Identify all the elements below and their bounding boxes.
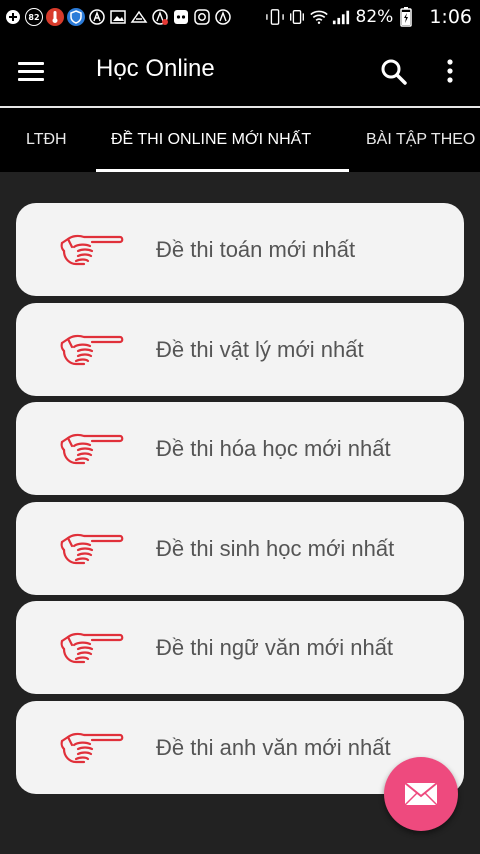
phone-rotate-icon <box>265 8 284 26</box>
pointing-hand-icon <box>60 334 124 366</box>
battery-charging-icon <box>397 7 415 27</box>
notification-count-icon: 82 <box>25 8 43 26</box>
notification-count: 82 <box>28 12 40 22</box>
status-bar-system: 82% 1:06 <box>265 0 472 34</box>
pointing-hand-icon <box>60 433 124 465</box>
tab-de-thi-online-moi-nhat[interactable]: ĐỀ THI ONLINE MỚI NHẤT <box>111 108 311 172</box>
app-title: Học Online <box>96 55 215 82</box>
thermometer-icon <box>46 8 64 26</box>
app-a-icon <box>88 8 106 26</box>
list-item-ngu-van[interactable]: Đề thi ngữ văn mới nhất <box>16 601 464 694</box>
mail-icon <box>130 8 148 26</box>
app-a2-icon <box>214 8 232 26</box>
image-icon <box>109 8 127 26</box>
list-item-sinh-hoc[interactable]: Đề thi sinh học mới nhất <box>16 502 464 595</box>
app-screen: 82 82% 1:06 Học Online LTĐH ĐỀ THI ONLIN… <box>0 0 480 854</box>
app-toolbar: Học Online <box>0 34 480 106</box>
list-item-hoa-hoc[interactable]: Đề thi hóa học mới nhất <box>16 402 464 495</box>
tab-bar: LTĐH ĐỀ THI ONLINE MỚI NHẤT BÀI TẬP THEO <box>0 108 480 172</box>
tab-ltdh[interactable]: LTĐH <box>26 108 67 172</box>
search-icon[interactable] <box>376 54 412 90</box>
status-bar-notifications: 82 <box>0 8 232 26</box>
hamburger-menu-icon[interactable] <box>18 52 56 90</box>
pointing-hand-icon <box>60 234 124 266</box>
list-item-label: Đề thi hóa học mới nhất <box>156 435 391 461</box>
app-a-badge-icon <box>151 8 169 26</box>
list-item-label: Đề thi toán mới nhất <box>156 236 356 262</box>
mail-fab-button[interactable] <box>384 757 458 831</box>
shield-icon <box>67 8 85 26</box>
instagram-icon <box>193 8 211 26</box>
status-bar: 82 82% 1:06 <box>0 0 480 34</box>
list-item-label: Đề thi vật lý mới nhất <box>156 336 364 362</box>
pointing-hand-icon <box>60 632 124 664</box>
mail-icon <box>404 782 438 806</box>
clock: 1:06 <box>429 6 472 28</box>
vibrate-icon <box>288 8 306 26</box>
more-vert-icon[interactable] <box>436 54 464 90</box>
list-item-toan[interactable]: Đề thi toán mới nhất <box>16 203 464 296</box>
list-item-label: Đề thi ngữ văn mới nhất <box>156 634 394 660</box>
list-item-label: Đề thi sinh học mới nhất <box>156 535 395 561</box>
battery-percent: 82% <box>355 7 394 27</box>
pointing-hand-icon <box>60 533 124 565</box>
list-item-label: Đề thi anh văn mới nhất <box>156 734 391 760</box>
list-item-vat-ly[interactable]: Đề thi vật lý mới nhất <box>16 303 464 396</box>
signal-icon <box>332 8 350 26</box>
gamepad-icon <box>172 8 190 26</box>
add-icon <box>4 8 22 26</box>
pointing-hand-icon <box>60 732 124 764</box>
tab-bai-tap-theo[interactable]: BÀI TẬP THEO <box>366 108 475 172</box>
exam-list: Đề thi toán mới nhất Đề thi vật lý mới n… <box>0 172 480 854</box>
wifi-icon <box>309 8 328 26</box>
